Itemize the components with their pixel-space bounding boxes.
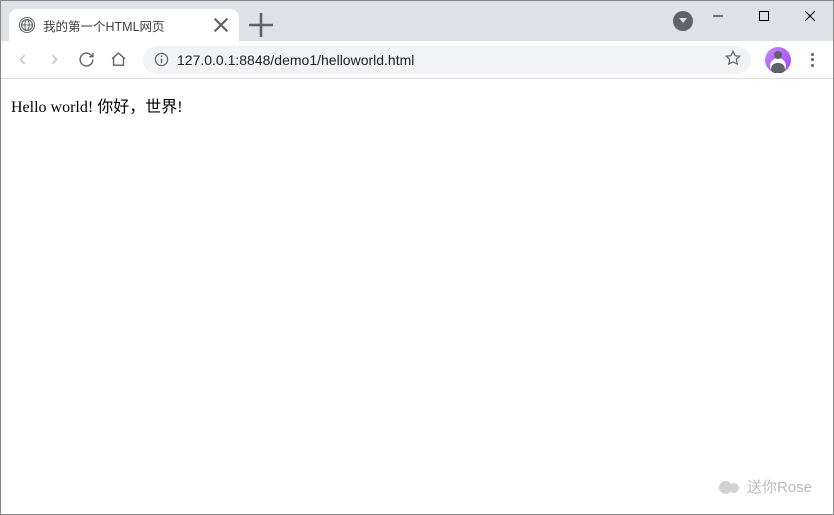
bookmark-star-icon[interactable] [725, 50, 741, 69]
home-button[interactable] [103, 45, 133, 75]
browser-toolbar [1, 41, 833, 79]
address-bar[interactable] [143, 46, 751, 74]
new-tab-button[interactable] [247, 11, 275, 39]
site-info-icon[interactable] [153, 52, 169, 68]
close-window-button[interactable] [787, 1, 833, 31]
page-body-text: Hello world! 你好，世界! [11, 99, 183, 116]
url-input[interactable] [177, 52, 717, 68]
browser-menu-button[interactable] [797, 45, 827, 75]
browser-titlebar: 我的第一个HTML网页 [1, 1, 833, 41]
page-content: Hello world! 你好，世界! [1, 79, 833, 131]
forward-button[interactable] [39, 45, 69, 75]
profile-avatar[interactable] [765, 47, 791, 73]
back-button[interactable] [7, 45, 37, 75]
watermark-text: 送你Rose [747, 476, 812, 497]
browser-tab[interactable]: 我的第一个HTML网页 [9, 9, 239, 41]
reload-button[interactable] [71, 45, 101, 75]
globe-icon [19, 17, 35, 33]
minimize-button[interactable] [695, 1, 741, 31]
window-controls [695, 1, 833, 31]
maximize-button[interactable] [741, 1, 787, 31]
close-tab-icon[interactable] [213, 17, 229, 33]
tab-title: 我的第一个HTML网页 [43, 16, 205, 35]
watermark: 送你Rose [719, 476, 812, 497]
incognito-indicator-icon[interactable] [673, 11, 693, 31]
wechat-icon [719, 477, 739, 497]
